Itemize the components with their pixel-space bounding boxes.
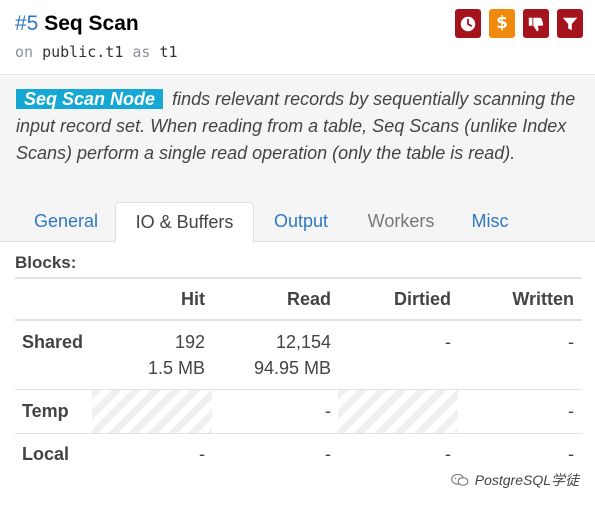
temp-read: -: [325, 401, 331, 421]
col-header-dirtied: Dirtied: [393, 289, 451, 309]
node-header: #5 Seq Scan on public.t1 as t1 $: [0, 0, 595, 75]
shared-hit-size: 1.5 MB: [147, 358, 205, 378]
filter-icon[interactable]: [557, 9, 583, 38]
shared-hit-count: 192: [174, 332, 205, 352]
node-type-tag: Seq Scan Node: [16, 89, 164, 109]
node-relation-line: on public.t1 as t1: [15, 42, 178, 62]
blocks-divider: [15, 277, 582, 279]
row-label-local: Local: [22, 444, 70, 464]
col-header-written: Written: [512, 289, 574, 309]
node-number[interactable]: #5: [15, 12, 38, 35]
clock-icon-glyph: [460, 16, 476, 31]
shared-dirtied: -: [445, 332, 451, 352]
dollar-icon[interactable]: $: [489, 9, 515, 38]
local-read: -: [325, 444, 331, 464]
row-divider-temp: [15, 433, 582, 434]
tab-bar: General IO & Buffers Output Workers Misc: [0, 202, 595, 243]
node-title: #5 Seq Scan: [15, 11, 139, 37]
tab-misc[interactable]: Misc: [460, 202, 520, 242]
temp-hit-empty-cell: [92, 390, 212, 433]
relation-name: public.t1: [42, 43, 124, 61]
relation-alias: t1: [159, 43, 178, 61]
tab-io-buffers[interactable]: IO & Buffers: [115, 202, 254, 243]
clock-icon[interactable]: [455, 9, 481, 38]
wechat-logo-icon: [450, 473, 469, 486]
filter-icon-glyph: [562, 17, 578, 30]
dollar-glyph: $: [496, 13, 508, 33]
as-keyword: as: [132, 43, 151, 61]
tab-general[interactable]: General: [16, 202, 116, 242]
table-header-divider: [15, 319, 582, 321]
shared-read-count: 12,154: [275, 332, 331, 352]
temp-written: -: [568, 401, 574, 421]
local-dirtied: -: [445, 444, 451, 464]
col-header-read: Read: [286, 289, 331, 309]
blocks-title: Blocks:: [15, 253, 77, 272]
col-header-hit: Hit: [181, 289, 205, 309]
watermark: PostgreSQL学徒: [450, 470, 579, 490]
node-flag-icons: $: [455, 9, 583, 38]
watermark-text: PostgreSQL学徒: [474, 472, 579, 488]
row-label-shared: Shared: [22, 332, 84, 352]
tab-workers[interactable]: Workers: [352, 202, 450, 242]
node-name: Seq Scan: [44, 12, 139, 35]
node-description-box: Seq Scan Node finds relevant records by …: [0, 76, 595, 202]
tab-output[interactable]: Output: [260, 202, 342, 242]
local-hit: -: [199, 444, 205, 464]
row-label-temp: Temp: [22, 401, 69, 421]
thumbs-down-icon-glyph: [528, 17, 544, 31]
node-description: Seq Scan Node finds relevant records by …: [16, 86, 586, 167]
on-keyword: on: [15, 43, 34, 61]
local-written: -: [568, 444, 574, 464]
thumbs-down-icon[interactable]: [523, 9, 549, 38]
shared-written: -: [568, 332, 574, 352]
temp-dirtied-empty-cell: [338, 390, 458, 433]
shared-read-size: 94.95 MB: [253, 358, 331, 378]
